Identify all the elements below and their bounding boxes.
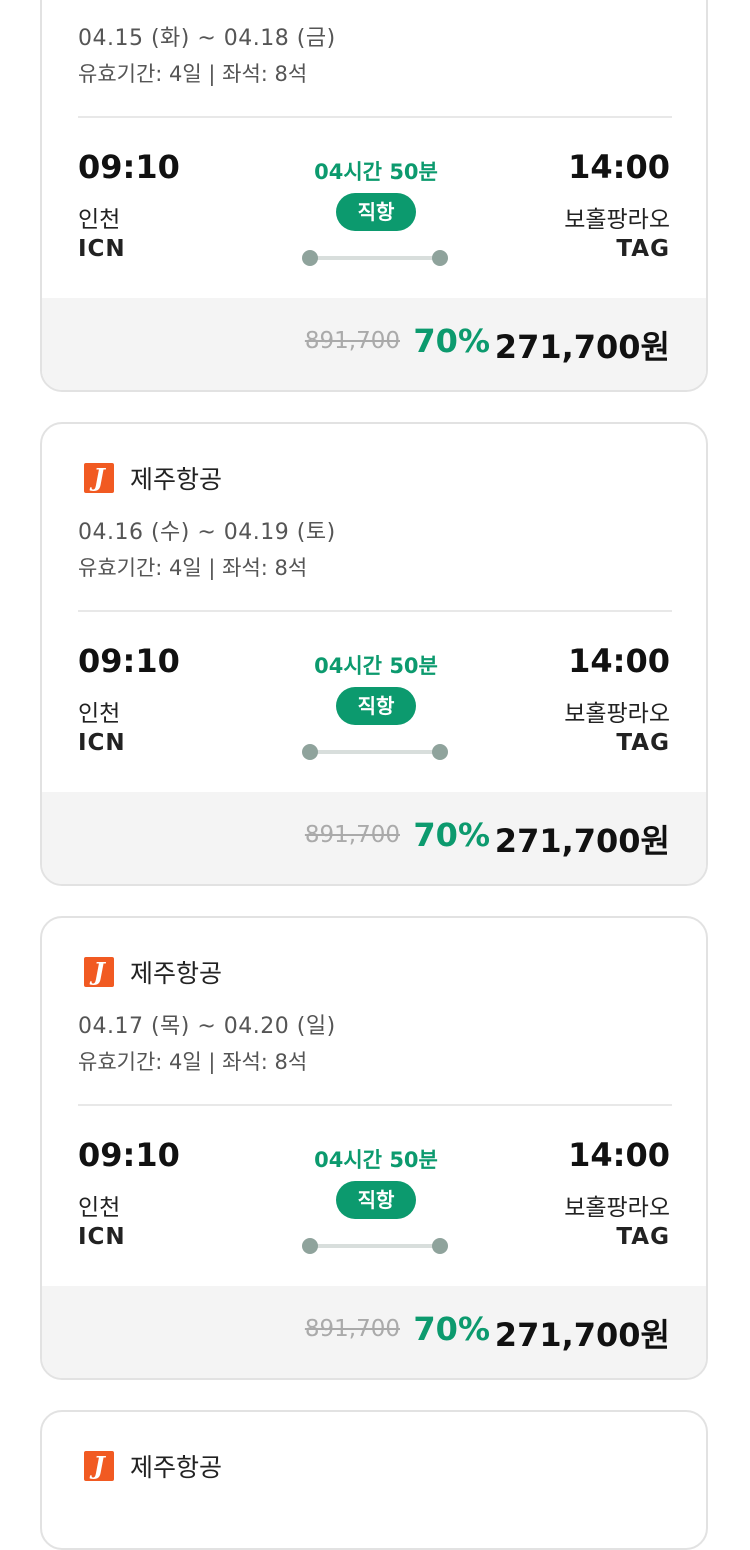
divider: [78, 1104, 672, 1106]
airline-name: 제주항공: [130, 1453, 223, 1482]
arrival-time: 14:00: [568, 148, 670, 186]
validity-seats: 유효기간: 4일 | 좌석: 8석: [78, 1050, 308, 1074]
travel-dates: 04.17 (목) ~ 04.20 (일): [78, 1014, 336, 1039]
jeju-air-logo-icon: J: [84, 957, 114, 987]
airline-row: J 제주항공: [84, 1450, 222, 1482]
arrival-code: TAG: [616, 236, 670, 262]
sale-price: 271,700원: [494, 328, 670, 366]
discount-rate: 70%: [413, 1310, 490, 1348]
departure-time: 09:10: [78, 1136, 180, 1174]
sale-price: 271,700원: [494, 1316, 670, 1354]
direct-flight-badge: 직항: [336, 687, 416, 725]
price-bar: 891,700 70% 271,700원: [42, 298, 706, 390]
direct-flight-badge: 직항: [336, 193, 416, 231]
validity-seats: 유효기간: 4일 | 좌석: 8석: [78, 556, 308, 580]
route-line-icon: [302, 744, 448, 760]
price-bar: 891,700 70% 271,700원: [42, 1286, 706, 1378]
departure-code: ICN: [78, 1224, 126, 1250]
departure-time: 09:10: [78, 642, 180, 680]
flight-card[interactable]: J 제주항공 04.17 (목) ~ 04.20 (일) 유효기간: 4일 | …: [40, 916, 708, 1380]
flight-duration: 04시간 50분: [314, 1148, 438, 1172]
jeju-air-logo-icon: J: [84, 463, 114, 493]
original-price: 891,700: [304, 822, 400, 848]
airline-row: J 제주항공: [84, 462, 222, 494]
departure-city: 인천: [78, 207, 121, 233]
airline-name: 제주항공: [130, 959, 223, 988]
arrival-city: 보홀팡라오: [564, 1195, 670, 1221]
discount-rate: 70%: [413, 322, 490, 360]
flight-card[interactable]: 04.15 (화) ~ 04.18 (금) 유효기간: 4일 | 좌석: 8석 …: [40, 0, 708, 392]
arrival-city: 보홀팡라오: [564, 701, 670, 727]
arrival-city: 보홀팡라오: [564, 207, 670, 233]
discount-rate: 70%: [413, 816, 490, 854]
divider: [78, 116, 672, 118]
original-price: 891,700: [304, 328, 400, 354]
airline-row: J 제주항공: [84, 956, 222, 988]
direct-flight-badge: 직항: [336, 1181, 416, 1219]
travel-dates: 04.15 (화) ~ 04.18 (금): [78, 26, 336, 51]
departure-city: 인천: [78, 1195, 121, 1221]
arrival-time: 14:00: [568, 1136, 670, 1174]
flight-card[interactable]: J 제주항공 04.16 (수) ~ 04.19 (토) 유효기간: 4일 | …: [40, 422, 708, 886]
travel-dates: 04.16 (수) ~ 04.19 (토): [78, 520, 336, 545]
route-line-icon: [302, 1238, 448, 1254]
validity-seats: 유효기간: 4일 | 좌석: 8석: [78, 62, 308, 86]
flight-card[interactable]: J 제주항공: [40, 1410, 708, 1550]
departure-code: ICN: [78, 236, 126, 262]
original-price: 891,700: [304, 1316, 400, 1342]
arrival-time: 14:00: [568, 642, 670, 680]
flight-duration: 04시간 50분: [314, 654, 438, 678]
departure-time: 09:10: [78, 148, 180, 186]
airline-name: 제주항공: [130, 465, 223, 494]
arrival-code: TAG: [616, 730, 670, 756]
price-bar: 891,700 70% 271,700원: [42, 792, 706, 884]
arrival-code: TAG: [616, 1224, 670, 1250]
divider: [78, 610, 672, 612]
route-line-icon: [302, 250, 448, 266]
jeju-air-logo-icon: J: [84, 1451, 114, 1481]
departure-code: ICN: [78, 730, 126, 756]
flight-duration: 04시간 50분: [314, 160, 438, 184]
sale-price: 271,700원: [494, 822, 670, 860]
departure-city: 인천: [78, 701, 121, 727]
